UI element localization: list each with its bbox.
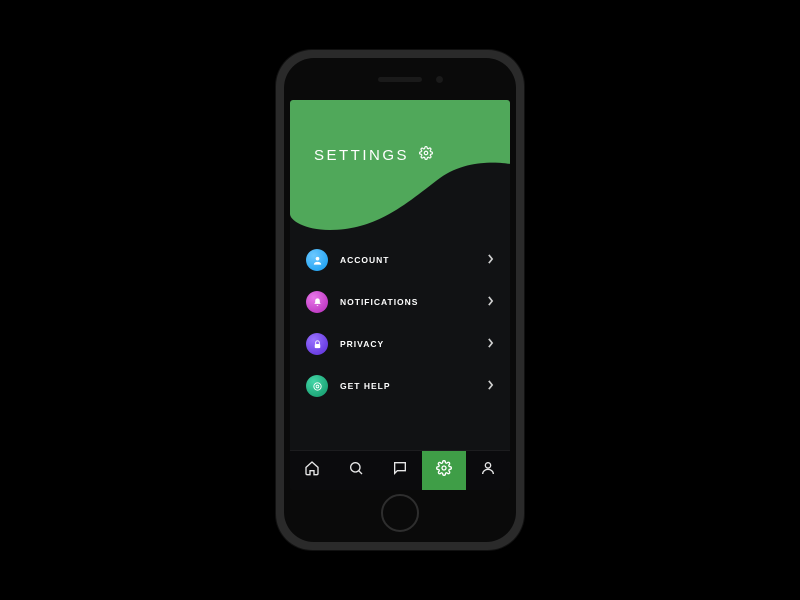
chevron-right-icon [487, 377, 494, 395]
phone-camera [436, 76, 443, 83]
header-bg-shape [290, 100, 510, 232]
gear-icon [419, 146, 433, 165]
lock-icon [306, 333, 328, 355]
nav-profile[interactable] [466, 451, 510, 490]
home-icon [304, 460, 320, 481]
page-title: SETTINGS [314, 147, 409, 164]
nav-settings[interactable] [422, 451, 466, 490]
menu-item-account[interactable]: ACCOUNT [306, 240, 494, 280]
bottom-navbar [290, 450, 510, 490]
chevron-right-icon [487, 335, 494, 353]
chat-icon [392, 460, 408, 481]
search-icon [348, 460, 364, 481]
settings-header: SETTINGS [290, 100, 510, 232]
chevron-right-icon [487, 293, 494, 311]
menu-item-get-help[interactable]: GET HELP [306, 366, 494, 406]
phone-frame: SETTINGS ACCOUNT [276, 50, 524, 550]
menu-item-notifications[interactable]: NOTIFICATIONS [306, 282, 494, 322]
menu-item-label: PRIVACY [340, 339, 384, 349]
person-icon [306, 249, 328, 271]
menu-item-label: ACCOUNT [340, 255, 390, 265]
menu-item-label: NOTIFICATIONS [340, 297, 418, 307]
settings-menu: ACCOUNT NOTIFICATIONS [290, 232, 510, 450]
nav-home[interactable] [290, 451, 334, 490]
help-icon [306, 375, 328, 397]
phone-home-button[interactable] [381, 494, 419, 532]
phone-speaker [378, 77, 422, 82]
menu-item-privacy[interactable]: PRIVACY [306, 324, 494, 364]
gear-icon [436, 460, 452, 481]
bell-icon [306, 291, 328, 313]
menu-item-label: GET HELP [340, 381, 391, 391]
profile-icon [480, 460, 496, 481]
phone-inner: SETTINGS ACCOUNT [284, 58, 516, 542]
app-screen: SETTINGS ACCOUNT [290, 100, 510, 490]
nav-search[interactable] [334, 451, 378, 490]
nav-chat[interactable] [378, 451, 422, 490]
chevron-right-icon [487, 251, 494, 269]
